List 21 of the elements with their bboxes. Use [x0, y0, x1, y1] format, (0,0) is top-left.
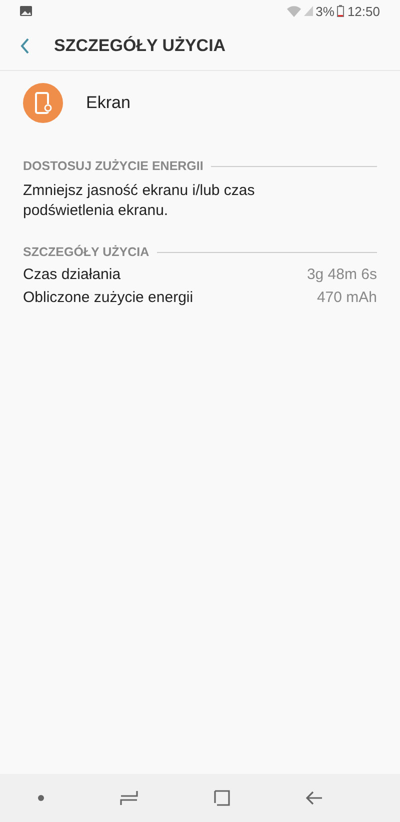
section-header: DOSTOSUJ ZUŻYCIE ENERGII	[23, 159, 204, 173]
app-name: Ekran	[86, 93, 130, 113]
tip-text: Zmniejsz jasność ekranu i/lub czas podświetlenia ekranu.	[23, 181, 256, 221]
gallery-icon	[20, 6, 32, 16]
clock: 12:50	[347, 4, 380, 18]
detail-label: Obliczone zużycie energii	[23, 289, 194, 306]
detail-label: Czas działania	[23, 266, 121, 283]
battery-icon	[337, 5, 344, 17]
back-icon[interactable]	[20, 38, 30, 54]
section-header: SZCZEGÓŁY UŻYCIA	[23, 245, 150, 259]
page-title: SZCZEGÓŁY UŻYCIA	[54, 36, 226, 56]
wifi-icon	[286, 6, 301, 16]
detail-value: 3g 48m 6s	[306, 266, 377, 283]
recent-apps-icon[interactable]	[120, 790, 138, 806]
screen-settings-icon	[23, 83, 63, 123]
detail-value: 470 mAh	[316, 289, 377, 306]
home-icon[interactable]	[214, 790, 230, 806]
back-icon[interactable]	[306, 791, 322, 805]
dot-icon[interactable]	[38, 795, 44, 801]
signal-icon	[304, 6, 313, 16]
battery-percent: 3%	[316, 4, 334, 18]
